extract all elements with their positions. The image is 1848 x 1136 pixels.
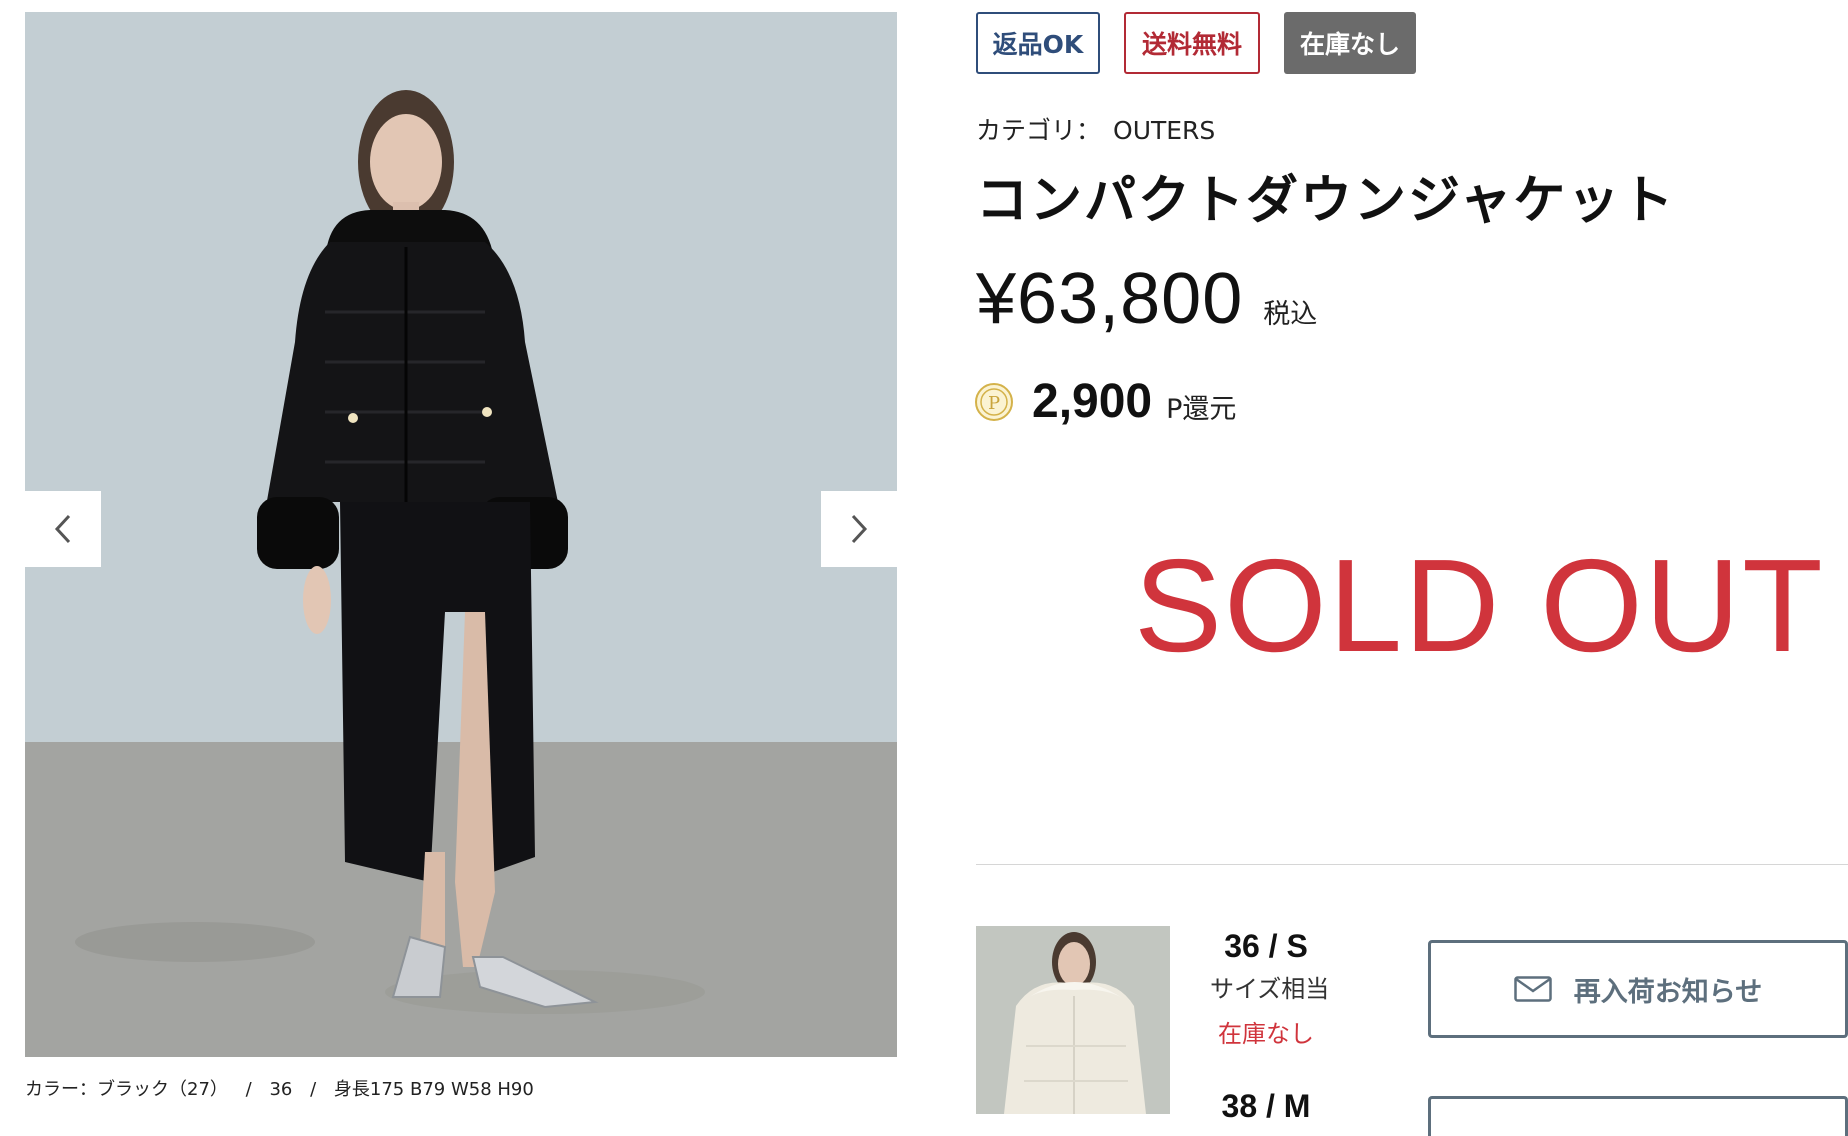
sold-out-label: SOLD OUT [1134, 532, 1825, 679]
restock-notify-button[interactable] [1428, 1096, 1848, 1136]
tax-note: 税込 [1263, 299, 1318, 330]
variant-size-info: 36 / S サイズ相当 在庫なし [1210, 928, 1330, 1049]
badge-free-shipping: 送料無料 [1124, 12, 1260, 74]
image-caption: カラー：ブラック（27） / 36 / 身長175 B79 W58 H90 [25, 1075, 534, 1101]
variant-thumbnail[interactable] [976, 926, 1170, 1114]
points-row: P 2,900 P還元 [974, 374, 1236, 429]
chevron-right-icon [851, 514, 868, 544]
caption-separator: / [245, 1079, 252, 1100]
price-row: ¥63,800 税込 [976, 258, 1317, 340]
product-photo [25, 12, 897, 1057]
mail-icon [1514, 976, 1552, 1002]
gallery-next-button[interactable] [821, 491, 897, 567]
variant-size-info: 38 / M [1210, 1088, 1322, 1125]
caption-size: 36 [269, 1079, 293, 1100]
category-link[interactable]: OUTERS [1113, 116, 1215, 145]
caption-separator: / [310, 1079, 317, 1100]
variant-size-label: 38 / M [1221, 1088, 1311, 1124]
section-divider [976, 864, 1848, 865]
badge-out-of-stock: 在庫なし [1284, 12, 1416, 74]
restock-notify-button[interactable]: 再入荷お知らせ [1428, 940, 1848, 1038]
points-unit: P還元 [1166, 394, 1237, 425]
restock-notify-label: 再入荷お知らせ [1573, 976, 1763, 1008]
category-label: カテゴリ： [976, 116, 1102, 145]
variant-size-label: 36 / S [1224, 928, 1308, 964]
product-category: カテゴリ： OUTERS [976, 111, 1215, 147]
product-image-gallery [25, 12, 897, 1057]
chevron-left-icon [54, 514, 71, 544]
variant-photo [976, 926, 1170, 1114]
product-badges: 返品OK 送料無料 在庫なし [976, 12, 1416, 74]
badge-return-ok: 返品OK [976, 12, 1100, 74]
product-price: ¥63,800 [976, 259, 1244, 339]
variant-size-note: サイズ相当 [1210, 975, 1330, 1003]
caption-color: カラー：ブラック（27） [25, 1079, 228, 1100]
gallery-prev-button[interactable] [25, 491, 101, 567]
svg-text:P: P [988, 393, 1000, 414]
points-value: 2,900 [1032, 375, 1153, 428]
product-title: コンパクトダウンジャケット [976, 171, 1676, 231]
caption-model-measurements: 身長175 B79 W58 H90 [333, 1079, 534, 1100]
variant-stock-status: 在庫なし [1218, 1020, 1314, 1048]
point-coin-icon: P [975, 382, 1013, 421]
